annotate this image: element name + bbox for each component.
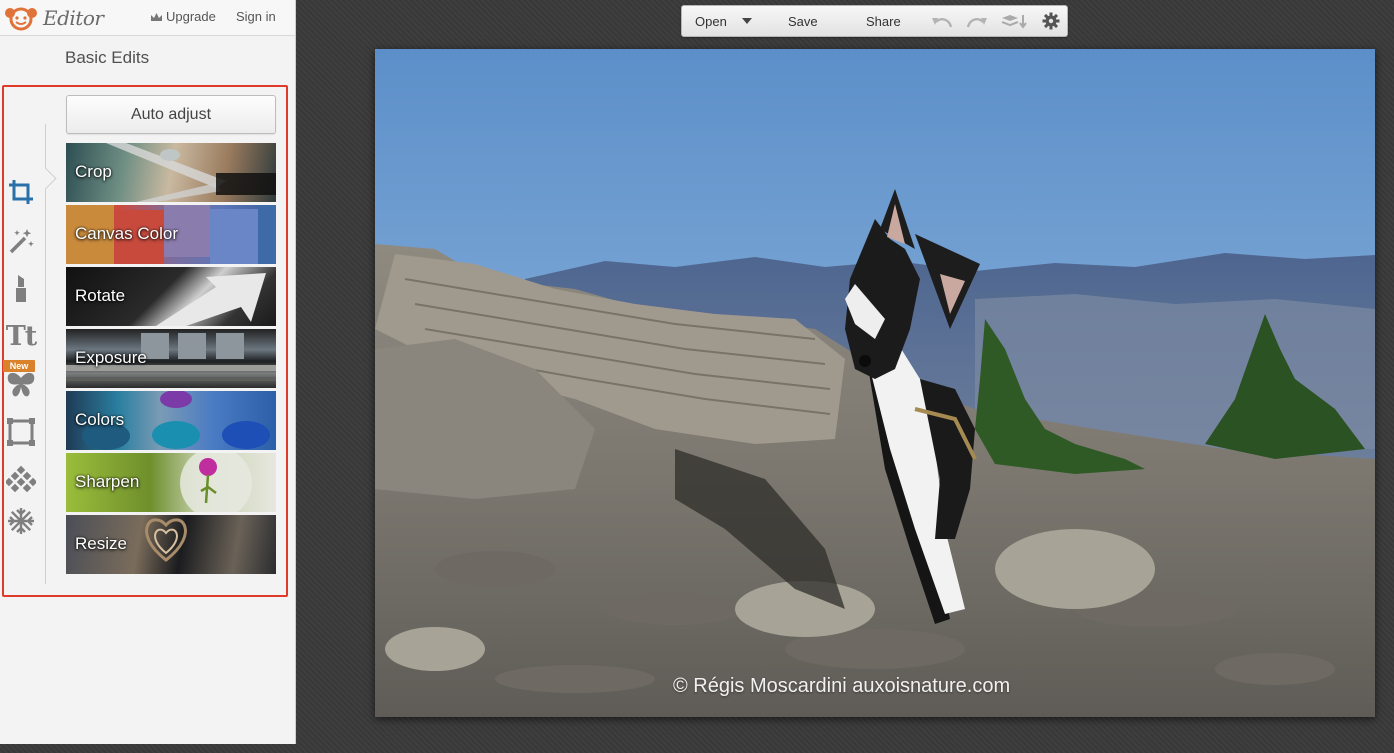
undo-button[interactable] bbox=[931, 6, 953, 36]
basic-edits-list: Crop Canvas Color Rotate Exposure Colors… bbox=[66, 143, 276, 577]
photo-watermark: © Régis Moscardini auxoisnature.com bbox=[673, 675, 1011, 697]
text-icon[interactable]: Tt bbox=[4, 312, 38, 360]
edit-tile-label: Crop bbox=[75, 162, 112, 181]
magic-wand-icon[interactable] bbox=[4, 216, 38, 264]
app-header: Editor Upgrade Sign in bbox=[0, 0, 295, 36]
auto-adjust-button[interactable]: Auto adjust bbox=[66, 95, 276, 134]
edit-tile-resize[interactable]: Resize bbox=[66, 515, 276, 574]
caret-down-icon bbox=[742, 18, 752, 24]
edit-tile-label: Canvas Color bbox=[75, 224, 178, 243]
edit-tile-label: Resize bbox=[75, 534, 127, 553]
lipstick-icon[interactable] bbox=[4, 264, 38, 312]
edit-tile-label: Exposure bbox=[75, 348, 147, 367]
gear-icon bbox=[1042, 12, 1060, 30]
dog-photo bbox=[375, 49, 1375, 717]
app-logo-text: Editor bbox=[43, 5, 104, 30]
redo-icon bbox=[966, 18, 987, 28]
texture-icon[interactable] bbox=[4, 456, 38, 504]
photo-canvas[interactable]: © Régis Moscardini auxoisnature.com bbox=[375, 49, 1375, 717]
edit-tile-rotate[interactable]: Rotate bbox=[66, 267, 276, 326]
edit-tile-label: Sharpen bbox=[75, 472, 140, 491]
edit-tile-exposure[interactable]: Exposure bbox=[66, 329, 276, 388]
settings-button[interactable] bbox=[1042, 6, 1060, 36]
active-tool-pointer bbox=[45, 168, 57, 192]
edit-tile-canvas-color[interactable]: Canvas Color bbox=[66, 205, 276, 264]
crown-icon bbox=[151, 12, 162, 21]
sidebar-panel: Editor Upgrade Sign in Basic Edits Tt Ne… bbox=[0, 0, 296, 744]
upgrade-label: Upgrade bbox=[166, 9, 216, 24]
tool-category-bar: Tt bbox=[4, 168, 38, 538]
upgrade-link[interactable]: Upgrade bbox=[150, 9, 216, 24]
open-dropdown-caret[interactable] bbox=[742, 6, 752, 36]
edit-tile-label: Colors bbox=[75, 410, 125, 429]
tool-rail-divider bbox=[45, 124, 46, 584]
panel-title: Basic Edits bbox=[65, 48, 150, 67]
redo-button[interactable] bbox=[966, 6, 988, 36]
frame-icon[interactable] bbox=[4, 408, 38, 456]
layers-button[interactable] bbox=[1001, 6, 1027, 36]
undo-icon bbox=[932, 18, 953, 28]
logo-icon[interactable] bbox=[4, 5, 38, 31]
sign-in-link[interactable]: Sign in bbox=[236, 9, 276, 24]
save-button[interactable]: Save bbox=[788, 6, 818, 36]
snowflake-icon[interactable] bbox=[4, 504, 38, 538]
top-toolbar: Open Save Share bbox=[681, 5, 1068, 37]
edit-tile-colors[interactable]: Colors bbox=[66, 391, 276, 450]
edit-tile-label: Rotate bbox=[75, 286, 126, 305]
share-button[interactable]: Share bbox=[866, 6, 901, 36]
layers-icon bbox=[1001, 15, 1027, 29]
crop-icon[interactable] bbox=[4, 168, 38, 216]
edit-tile-crop[interactable]: Crop bbox=[66, 143, 276, 202]
edit-tile-sharpen[interactable]: Sharpen bbox=[66, 453, 276, 512]
open-button[interactable]: Open bbox=[695, 6, 727, 36]
new-badge: New bbox=[3, 360, 35, 372]
